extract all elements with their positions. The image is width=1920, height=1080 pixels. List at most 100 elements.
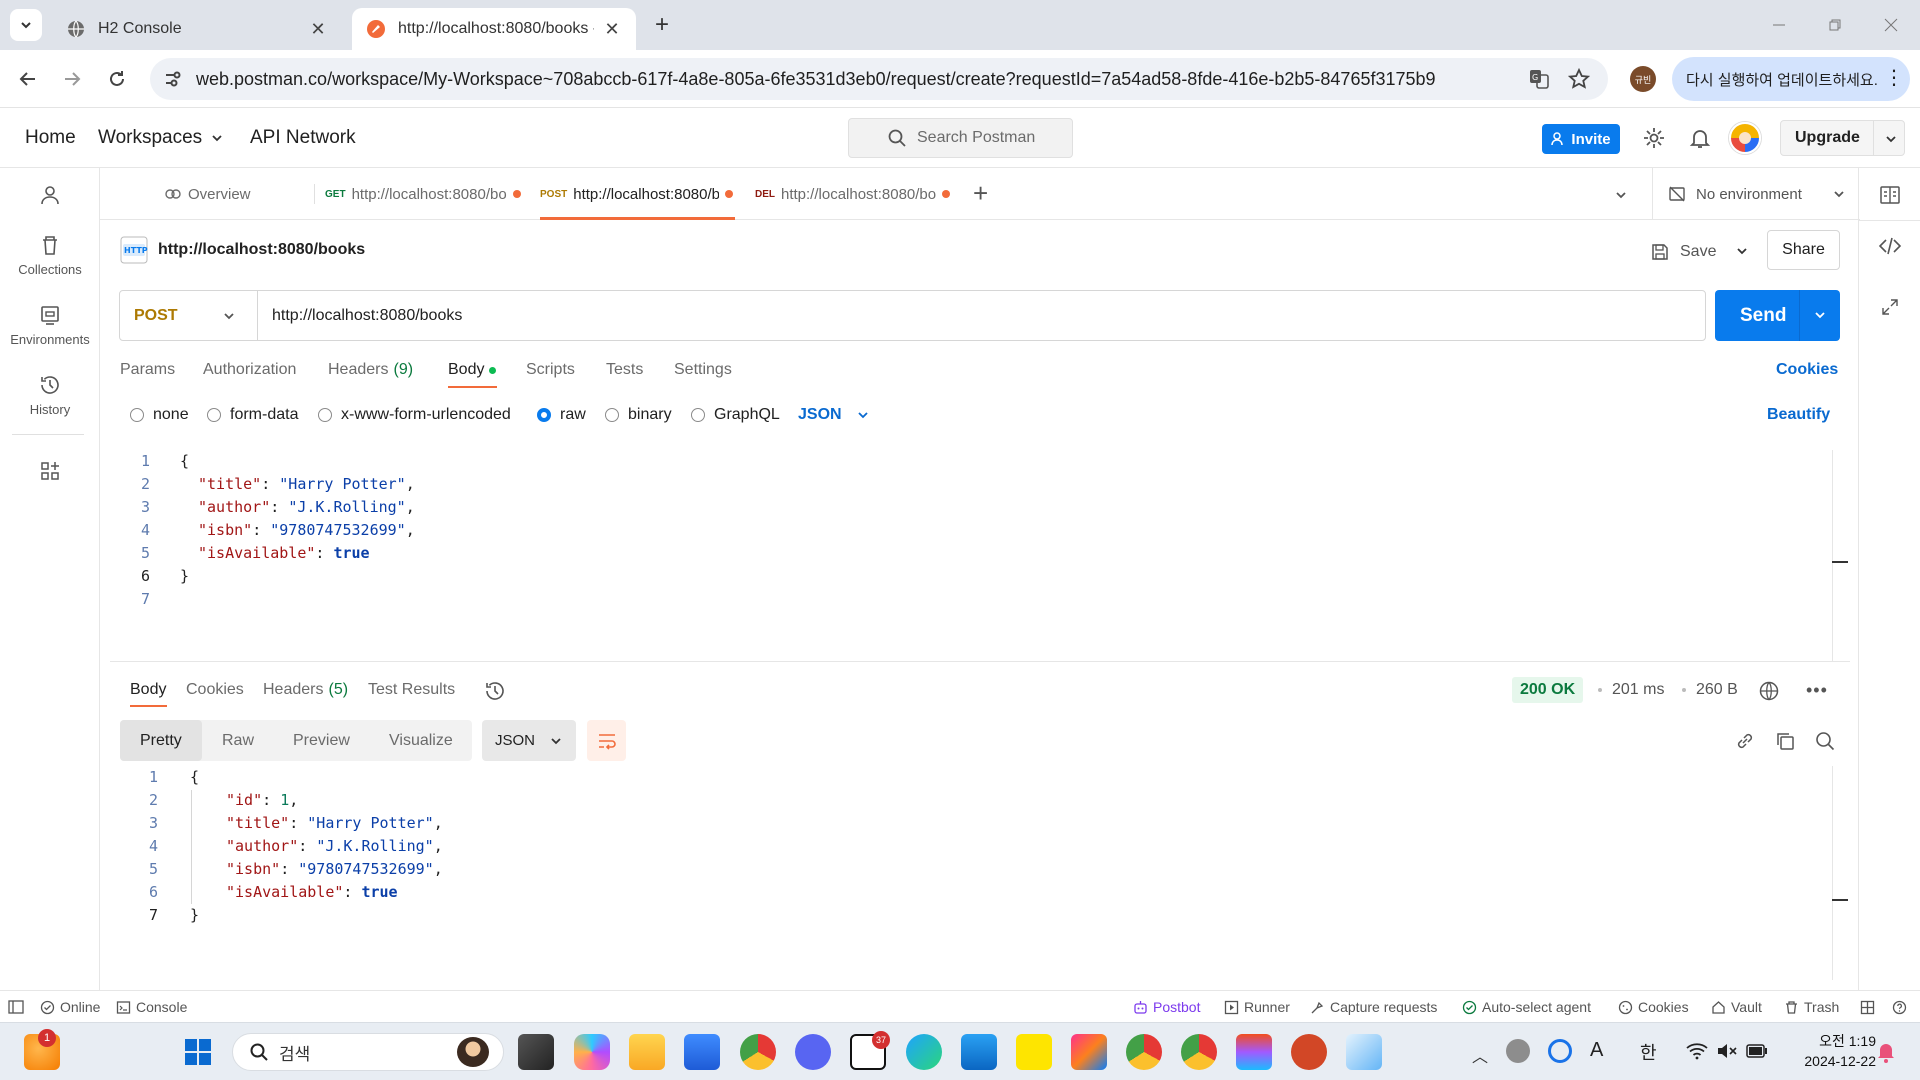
ime-icon[interactable]: A (1590, 1039, 1603, 1062)
share-button[interactable]: Share (1767, 230, 1840, 270)
app-chrome-profile-3[interactable] (1181, 1034, 1217, 1070)
format-raw[interactable]: Raw (222, 720, 254, 761)
app-figma[interactable] (1236, 1034, 1272, 1070)
app-edge[interactable] (906, 1034, 942, 1070)
app-intellij[interactable] (1071, 1034, 1107, 1070)
radio-form-data[interactable]: form-data (207, 402, 298, 428)
environment-selector[interactable]: No environment (1668, 168, 1848, 220)
tab-overview[interactable]: Overview (164, 168, 314, 220)
search-icon[interactable] (1814, 730, 1836, 752)
format-visualize[interactable]: Visualize (389, 720, 453, 761)
sidebar-item-history[interactable]: History (0, 374, 100, 417)
url-input[interactable]: http://localhost:8080/books (272, 307, 462, 325)
app-file-explorer[interactable] (629, 1034, 665, 1070)
omnibox[interactable]: web.postman.co/workspace/My-Workspace~70… (150, 58, 1608, 100)
back-button[interactable] (12, 63, 44, 95)
tab-search-button[interactable] (10, 9, 42, 41)
wrap-lines-button[interactable] (587, 720, 626, 761)
tab-authorization[interactable]: Authorization (203, 352, 296, 388)
chevron-down-icon[interactable] (1813, 308, 1827, 322)
site-info-icon[interactable] (164, 70, 182, 88)
app-snipping-tool[interactable] (1346, 1034, 1382, 1070)
copy-icon[interactable] (1774, 730, 1796, 752)
upgrade-button[interactable]: Upgrade (1780, 120, 1905, 156)
beautify-link[interactable]: Beautify (1767, 402, 1830, 428)
browser-tab-postman[interactable]: http://localhost:8080/books - P ✕ (352, 8, 636, 50)
response-body-viewer[interactable]: 1 2 3 4 5 6 7 { "id": 1, "title": "Harry… (110, 766, 1850, 980)
tab-scripts[interactable]: Scripts (526, 352, 575, 388)
sidebar-item-profile[interactable] (0, 184, 100, 212)
radio-urlencoded[interactable]: x-www-form-urlencoded (318, 402, 511, 428)
sidebar-item-collections[interactable]: Collections (0, 234, 100, 277)
tab-body[interactable]: Body (448, 352, 497, 388)
status-console[interactable]: Console (116, 991, 187, 1023)
radio-raw[interactable]: raw (537, 402, 586, 428)
app-chrome[interactable] (740, 1034, 776, 1070)
browser-tab-h2-console[interactable]: H2 Console ✕ (52, 8, 342, 50)
response-type-select[interactable]: JSON (482, 720, 576, 761)
tab-headers[interactable]: Headers (9) (328, 352, 413, 388)
radio-none[interactable]: none (130, 402, 189, 428)
send-button[interactable]: Send (1715, 290, 1840, 341)
bell-icon[interactable] (1688, 126, 1712, 150)
status-online[interactable]: Online (40, 991, 100, 1023)
tray-app-icon[interactable] (1506, 1039, 1530, 1063)
code-icon[interactable] (1878, 234, 1902, 258)
app-copilot[interactable] (574, 1034, 610, 1070)
tab-post-books[interactable]: POST http://localhost:8080/b (540, 168, 735, 220)
tab-get-books[interactable]: GET http://localhost:8080/bo (325, 168, 530, 220)
status-vault[interactable]: Vault (1711, 991, 1762, 1023)
update-button[interactable]: 다시 실행하여 업데이트하세요. ⋮ (1672, 57, 1910, 101)
star-icon[interactable] (1568, 68, 1590, 90)
forward-button[interactable] (56, 63, 88, 95)
app-vscode[interactable] (961, 1034, 997, 1070)
more-options-icon[interactable]: ••• (1806, 680, 1828, 701)
new-request-tab-button[interactable]: + (973, 180, 988, 206)
nav-workspaces[interactable]: Workspaces (98, 108, 224, 168)
viewer-scrollbar[interactable] (1832, 766, 1833, 980)
nav-api-network[interactable]: API Network (250, 108, 356, 168)
editor-scrollbar[interactable] (1832, 450, 1833, 662)
translate-icon[interactable]: G (1528, 68, 1550, 90)
response-tab-test-results[interactable]: Test Results (368, 672, 455, 708)
close-window-button[interactable] (1862, 0, 1920, 50)
status-trash[interactable]: Trash (1784, 991, 1839, 1023)
new-tab-button[interactable]: + (650, 11, 674, 38)
format-pretty[interactable]: Pretty (140, 720, 182, 761)
wifi-icon[interactable] (1686, 1042, 1708, 1060)
profile-avatar[interactable]: 규빈 (1630, 66, 1656, 92)
radio-graphql[interactable]: GraphQL (691, 402, 780, 428)
search-input[interactable]: Search Postman (848, 118, 1073, 158)
maximize-button[interactable] (1806, 0, 1864, 50)
status-capture-requests[interactable]: Capture requests (1310, 991, 1437, 1023)
clock[interactable]: 오전 1:19 2024-12-22 (1796, 1031, 1876, 1071)
reload-button[interactable] (101, 63, 133, 95)
response-tab-cookies[interactable]: Cookies (186, 672, 244, 708)
request-body-editor[interactable]: 1 2 3 4 5 6 7 { "title": "Harry Potter",… (110, 450, 1850, 662)
help-icon[interactable] (1892, 1000, 1907, 1015)
chevron-down-icon[interactable] (1614, 188, 1628, 202)
history-icon[interactable] (484, 680, 506, 702)
method-select[interactable]: POST (120, 291, 258, 340)
format-preview[interactable]: Preview (293, 720, 350, 761)
save-button[interactable]: Save (1650, 234, 1716, 270)
invite-button[interactable]: Invite (1542, 124, 1620, 154)
tab-delete-books[interactable]: DEL http://localhost:8080/bo (755, 168, 955, 220)
tab-params[interactable]: Params (120, 352, 175, 388)
layout-icon[interactable] (1860, 1000, 1875, 1015)
app-chrome-profile-2[interactable] (1126, 1034, 1162, 1070)
globe-icon[interactable] (1758, 680, 1780, 702)
status-cookies[interactable]: Cookies (1618, 991, 1689, 1023)
notification-bell-icon[interactable] (1876, 1041, 1896, 1063)
close-icon[interactable]: ✕ (602, 19, 622, 39)
more-vert-icon[interactable]: ⋮ (1884, 67, 1904, 89)
battery-icon[interactable] (1746, 1044, 1768, 1058)
radio-binary[interactable]: binary (605, 402, 672, 428)
sidebar-toggle-icon[interactable] (8, 1000, 24, 1014)
status-auto-select-agent[interactable]: Auto-select agent (1462, 991, 1591, 1023)
tab-settings[interactable]: Settings (674, 352, 732, 388)
app-powerpoint[interactable] (1291, 1034, 1327, 1070)
volume-muted-icon[interactable] (1716, 1042, 1738, 1060)
sidebar-item-configure[interactable] (0, 460, 100, 488)
chevron-down-icon[interactable] (1884, 132, 1898, 146)
